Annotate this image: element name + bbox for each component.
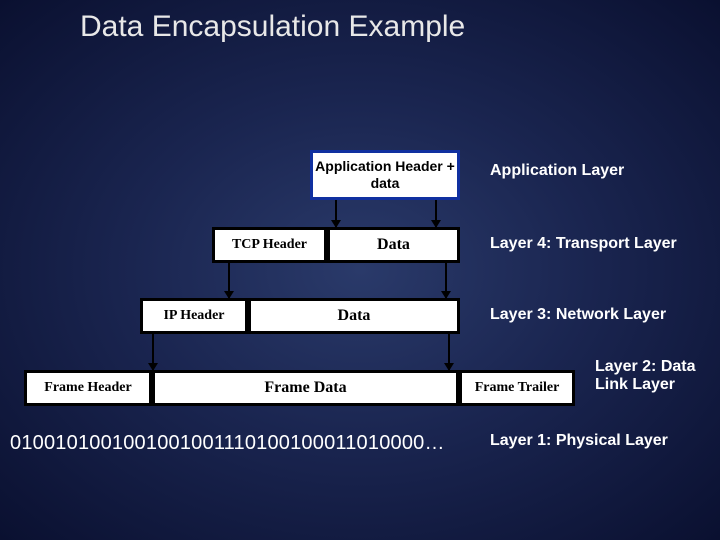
transport-layer-label: Layer 4: Transport Layer: [490, 235, 677, 253]
application-box: Application Header + data: [310, 150, 460, 200]
frame-trailer-box: Frame Trailer: [459, 370, 575, 406]
application-layer-label: Application Layer: [490, 162, 624, 180]
tcp-header-box: TCP Header: [212, 227, 327, 263]
arrow-icon: [445, 263, 447, 298]
frame-header-box: Frame Header: [24, 370, 152, 406]
datalink-layer-label: Layer 2: Data Link Layer: [595, 358, 705, 394]
tcp-data-box: Data: [327, 227, 460, 263]
arrow-icon: [152, 334, 154, 370]
arrow-icon: [435, 200, 437, 227]
ip-header-box: IP Header: [140, 298, 248, 334]
network-layer-label: Layer 3: Network Layer: [490, 306, 666, 324]
ip-data-box: Data: [248, 298, 460, 334]
physical-bits: 0100101001001001001110100100011010000…: [10, 432, 445, 455]
arrow-icon: [335, 200, 337, 227]
slide-title: Data Encapsulation Example: [80, 10, 465, 44]
physical-layer-label: Layer 1: Physical Layer: [490, 432, 680, 450]
arrow-icon: [228, 263, 230, 298]
arrow-icon: [448, 334, 450, 370]
frame-data-box: Frame Data: [152, 370, 459, 406]
